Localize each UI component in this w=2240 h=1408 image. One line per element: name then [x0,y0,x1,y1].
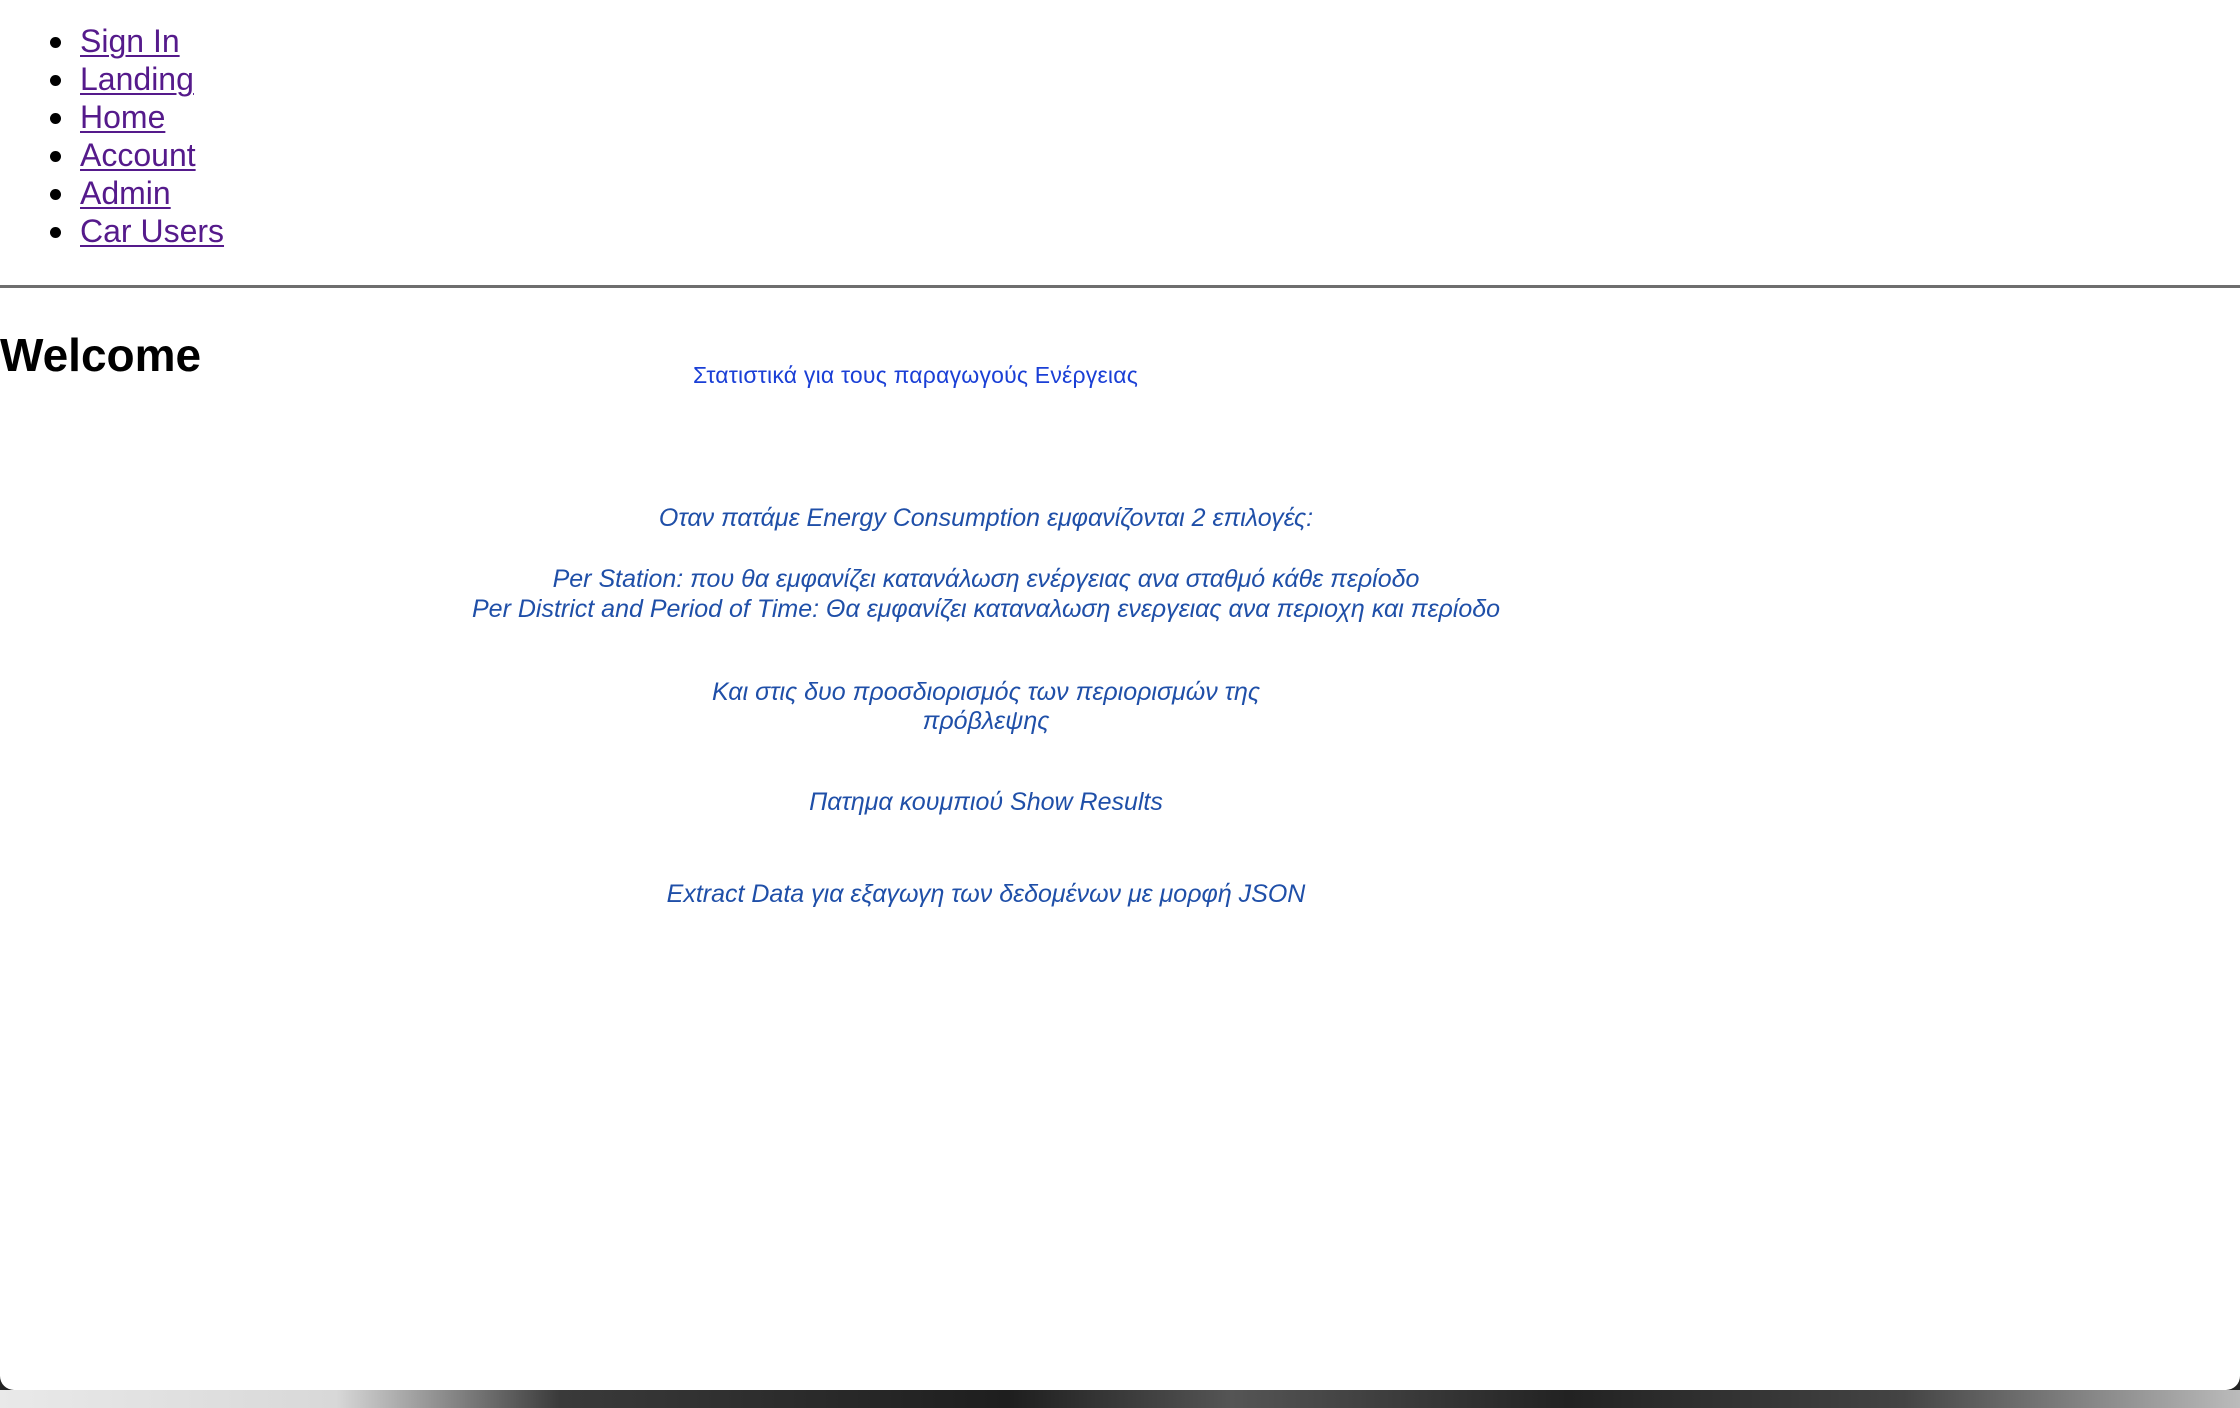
info-line-show-results: Πατημα κουμπιού Show Results [809,788,1163,816]
stats-title: Στατιστικά για τους παραγωγούς Ενέργειας [693,362,1139,388]
welcome-heading: Welcome [0,329,202,381]
landing-link[interactable]: Landing [80,61,194,97]
nav-item-home: Home [49,98,224,136]
admin-link[interactable]: Admin [80,175,171,211]
horizontal-divider [0,285,2240,288]
info-line-extract-data: Extract Data για εξαγωγη των δεδομένων μ… [666,880,1306,908]
home-link[interactable]: Home [80,99,165,135]
car-users-link[interactable]: Car Users [80,213,224,249]
account-link[interactable]: Account [80,137,196,173]
nav-list: Sign In Landing Home Account Admin Car U… [49,22,224,250]
nav-item-admin: Admin [49,174,224,212]
info-line-energy-consumption: Οταν πατάμε Energy Consumption εμφανίζον… [658,504,1314,532]
nav-item-landing: Landing [49,60,224,98]
background-image-strip [0,1390,2240,1408]
nav-item-account: Account [49,136,224,174]
info-line-per-station: Per Station: που θα εμφανίζει κατανάλωση… [552,565,1420,593]
nav-item-car-users: Car Users [49,212,224,250]
info-line-forecast: πρόβλεψης [922,707,1050,735]
page: Sign In Landing Home Account Admin Car U… [0,0,2240,1390]
info-line-constraints: Και στις δυο προσδιορισμός των περιορισμ… [711,678,1261,706]
info-line-per-district: Per District and Period of Time: Θα εμφα… [471,595,1501,623]
sign-in-link[interactable]: Sign In [80,23,180,59]
nav-item-sign-in: Sign In [49,22,224,60]
